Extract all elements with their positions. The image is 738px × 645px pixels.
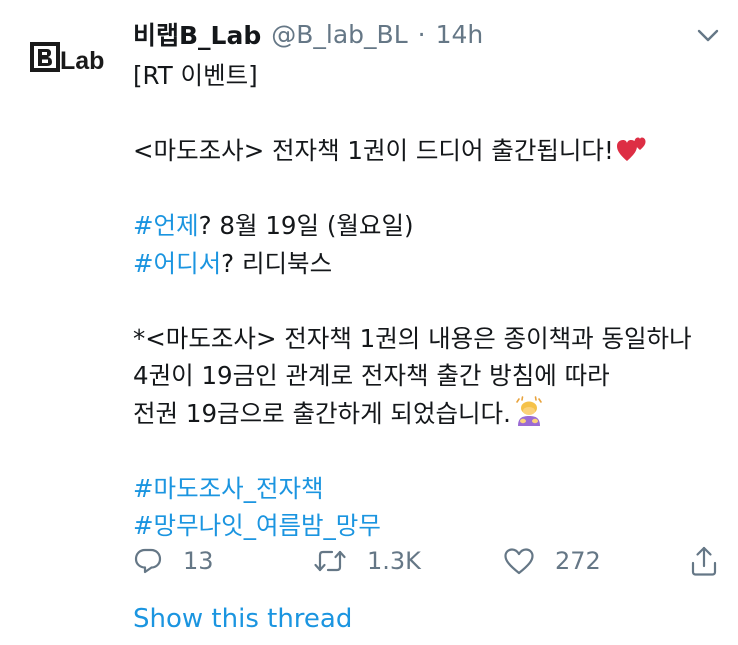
tweet-line-text: <마도조사> 전자책 1권이 드디어 출간됩니다!: [133, 136, 614, 165]
more-options-button[interactable]: [694, 22, 722, 50]
tweet-text: [RT 이벤트] <마도조사> 전자책 1권이 드디어 출간됩니다! #언제? …: [133, 57, 723, 545]
like-count: 272: [555, 547, 601, 575]
avatar[interactable]: Lab: [30, 37, 116, 77]
header-separator: ·: [417, 19, 426, 49]
tweet-line: #마도조사_전자책: [133, 470, 723, 508]
logo-text: Lab: [60, 47, 104, 74]
retweet-button[interactable]: 1.3K: [313, 540, 421, 582]
reply-count: 13: [183, 547, 214, 575]
hashtag-link[interactable]: #마도조사_전자책: [133, 474, 324, 503]
share-icon: [691, 546, 717, 576]
tweet-card: Lab 비랩B_Lab @B_lab_BL · 14h [RT 이벤트] <마도…: [0, 0, 738, 645]
like-icon: [504, 548, 534, 575]
tweet-line-text: ? 8월 19일 (월요일): [198, 211, 414, 240]
tweet-line: <마도조사> 전자책 1권이 드디어 출간됩니다!: [133, 132, 723, 170]
retweet-icon: [314, 550, 346, 572]
reply-icon: [134, 548, 162, 574]
hashtag-link[interactable]: #망무나잇_여름밤_망무: [133, 511, 381, 540]
tweet-line: 4권이 19금인 관계로 전자책 출간 방침에 따라: [133, 361, 610, 390]
tweet-header: 비랩B_Lab @B_lab_BL · 14h: [133, 14, 483, 54]
person-bowing-emoji: [513, 395, 545, 439]
display-name[interactable]: 비랩B_Lab: [133, 16, 261, 52]
tweet-line: #언제? 8월 19일 (월요일): [133, 207, 723, 245]
action-bar: 13 1.3K 272: [133, 540, 723, 582]
tweet-line: 전권 19금으로 출간하게 되었습니다.: [133, 395, 723, 433]
chevron-down-icon: [697, 29, 719, 42]
retweet-count: 1.3K: [367, 547, 421, 575]
tweet-line-text: ? 리디북스: [221, 248, 333, 278]
timestamp[interactable]: 14h: [436, 20, 484, 49]
share-button[interactable]: [689, 540, 719, 582]
show-thread-link[interactable]: Show this thread: [133, 604, 352, 634]
hashtag-link[interactable]: #어디서: [133, 249, 221, 278]
like-button[interactable]: 272: [503, 540, 601, 582]
tweet-line: #망무나잇_여름밤_망무: [133, 507, 723, 545]
tweet-line-text: 전권 19금으로 출간하게 되었습니다.: [133, 398, 511, 428]
hashtag-link[interactable]: #언제: [133, 211, 199, 240]
user-handle[interactable]: @B_lab_BL: [271, 20, 407, 49]
two-hearts-emoji: [616, 135, 648, 176]
tweet-line: #어디서? 리디북스: [133, 245, 723, 283]
blab-logo: Lab: [30, 42, 104, 74]
tweet-line: *<마도조사> 전자책 1권의 내용은 종이책과 동일하나: [133, 323, 692, 353]
tweet-line: [RT 이벤트]: [133, 61, 258, 90]
reply-button[interactable]: 13: [133, 540, 214, 582]
